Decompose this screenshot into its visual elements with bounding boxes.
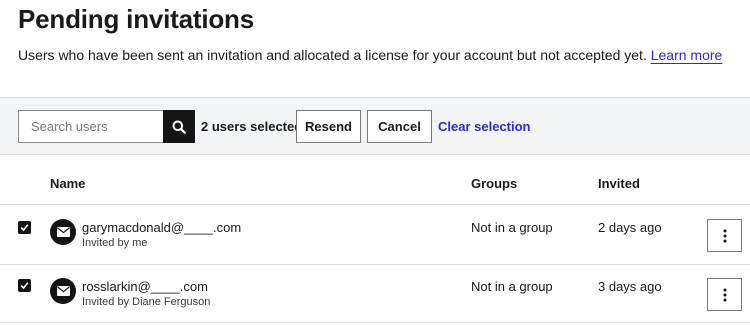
search-input[interactable] <box>18 110 164 143</box>
envelope-icon <box>56 286 70 296</box>
page-title: Pending invitations <box>18 4 254 34</box>
column-header-invited: Invited <box>598 176 640 191</box>
page-description: Users who have been sent an invitation a… <box>18 47 722 63</box>
row-divider <box>0 322 750 323</box>
invited-by: Invited by me <box>82 237 148 249</box>
resend-button[interactable]: Resend <box>296 110 361 143</box>
description-text: Users who have been sent an invitation a… <box>18 47 647 63</box>
column-header-groups: Groups <box>471 176 518 191</box>
more-vertical-icon <box>723 288 726 301</box>
avatar <box>50 219 76 245</box>
row-menu-button[interactable] <box>707 219 742 252</box>
row-checkbox[interactable] <box>18 279 31 292</box>
search-button[interactable] <box>163 110 195 143</box>
user-email: rosslarkin@____.com <box>82 279 208 294</box>
invited-cell: 3 days ago <box>598 279 662 294</box>
toolbar: 2 users selected Resend Cancel Clear sel… <box>0 97 750 155</box>
checkmark-icon <box>20 224 29 232</box>
header-divider <box>0 204 750 205</box>
selected-count: 2 users selected <box>201 119 303 134</box>
search-icon <box>172 120 186 134</box>
column-header-name: Name <box>50 176 86 191</box>
clear-selection-link[interactable]: Clear selection <box>438 119 531 134</box>
groups-cell: Not in a group <box>471 220 553 235</box>
user-email: garymacdonald@____.com <box>82 220 242 235</box>
row-divider <box>0 264 750 265</box>
envelope-icon <box>56 227 70 237</box>
invited-cell: 2 days ago <box>598 220 662 235</box>
more-vertical-icon <box>723 229 726 242</box>
avatar <box>50 278 76 304</box>
checkmark-icon <box>20 282 29 290</box>
cancel-button[interactable]: Cancel <box>367 110 432 143</box>
invited-by: Invited by Diane Ferguson <box>82 296 211 308</box>
row-menu-button[interactable] <box>707 278 742 311</box>
groups-cell: Not in a group <box>471 279 553 294</box>
row-checkbox[interactable] <box>18 221 31 234</box>
learn-more-link[interactable]: Learn more <box>651 47 723 63</box>
